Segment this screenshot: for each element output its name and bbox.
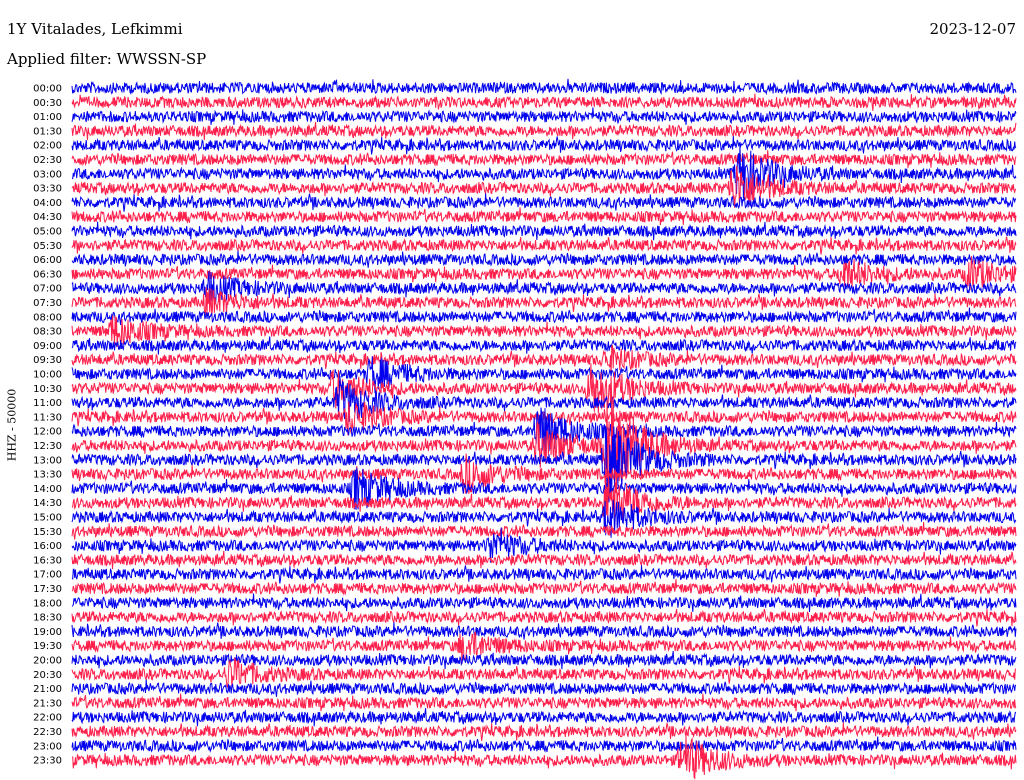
row-time-label: 03:30 xyxy=(33,184,62,195)
trace-row xyxy=(71,193,1017,212)
row-time-label: 19:30 xyxy=(33,641,62,652)
row-time-label: 21:30 xyxy=(33,698,62,709)
row-time-label: 17:00 xyxy=(33,570,62,581)
trace-row xyxy=(71,622,1017,640)
trace-row xyxy=(71,650,1017,670)
row-time-label: 23:00 xyxy=(33,741,62,752)
row-time-label: 01:30 xyxy=(33,126,62,137)
trace-row xyxy=(71,150,1017,168)
trace-row xyxy=(71,207,1017,226)
trace-row xyxy=(71,593,1017,613)
row-time-label: 12:30 xyxy=(33,441,62,452)
trace-row xyxy=(71,93,1017,111)
row-time-label: 08:00 xyxy=(33,312,62,323)
row-time-label: 19:00 xyxy=(33,627,62,638)
row-time-label: 12:00 xyxy=(33,427,62,438)
row-time-label: 16:30 xyxy=(33,555,62,566)
trace-row xyxy=(71,78,1017,96)
trace-row xyxy=(71,250,1017,268)
trace-group xyxy=(71,78,1017,780)
trace-row xyxy=(71,722,1017,741)
trace-row xyxy=(71,579,1017,597)
row-time-label: 15:00 xyxy=(33,513,62,524)
trace-row xyxy=(71,521,1017,540)
trace-row xyxy=(71,550,1017,570)
row-time-label: 17:30 xyxy=(33,584,62,595)
helicorder-plot: 00:00 00:30 01:00 01:30 02:00 02:30 03:00 03:30… xyxy=(33,78,1017,780)
row-time-label: 10:30 xyxy=(33,384,62,395)
row-time-label: 15:30 xyxy=(33,527,62,538)
row-time-label: 13:00 xyxy=(33,455,62,466)
row-time-label: 11:30 xyxy=(33,412,62,423)
trace-row xyxy=(71,565,1017,584)
row-time-label: 05:00 xyxy=(33,227,62,238)
row-time-label: 10:00 xyxy=(33,370,62,381)
trace-row xyxy=(71,221,1017,241)
trace-row xyxy=(71,307,1017,326)
trace-row xyxy=(71,336,1017,355)
row-time-label: 22:00 xyxy=(33,713,62,724)
row-time-label: 02:30 xyxy=(33,155,62,166)
row-time-label: 13:30 xyxy=(33,470,62,481)
trace-row xyxy=(71,121,1017,141)
row-time-label: 20:30 xyxy=(33,670,62,681)
trace-row xyxy=(71,736,1017,753)
row-label-group: 00:00 00:30 01:00 01:30 02:00 02:30 03:00 03:30… xyxy=(33,84,62,767)
row-time-label: 22:30 xyxy=(33,727,62,738)
trace-row xyxy=(71,136,1017,155)
row-time-label: 03:00 xyxy=(33,169,62,180)
row-time-label: 06:00 xyxy=(33,255,62,266)
row-time-label: 01:00 xyxy=(33,112,62,123)
row-time-label: 09:30 xyxy=(33,355,62,366)
row-time-label: 16:00 xyxy=(33,541,62,552)
row-time-label: 08:30 xyxy=(33,327,62,338)
trace-row xyxy=(71,693,1017,712)
row-time-label: 05:30 xyxy=(33,241,62,252)
row-time-label: 04:30 xyxy=(33,212,62,223)
row-time-label: 11:00 xyxy=(33,398,62,409)
trace-row xyxy=(71,344,1017,375)
row-time-label: 18:00 xyxy=(33,598,62,609)
trace-row xyxy=(71,107,1017,125)
trace-row xyxy=(71,236,1017,255)
row-time-label: 02:00 xyxy=(33,141,62,152)
row-time-label: 20:00 xyxy=(33,656,62,667)
row-time-label: 09:00 xyxy=(33,341,62,352)
row-time-label: 07:30 xyxy=(33,298,62,309)
row-time-label: 00:30 xyxy=(33,98,62,109)
row-time-label: 18:30 xyxy=(33,613,62,624)
trace-row xyxy=(71,708,1017,727)
row-time-label: 04:00 xyxy=(33,198,62,209)
row-time-label: 21:00 xyxy=(33,684,62,695)
row-time-label: 23:30 xyxy=(33,756,62,767)
row-time-label: 14:30 xyxy=(33,498,62,509)
row-time-label: 14:00 xyxy=(33,484,62,495)
row-time-label: 00:00 xyxy=(33,84,62,95)
trace-row xyxy=(71,608,1017,627)
row-time-label: 06:30 xyxy=(33,269,62,280)
trace-row xyxy=(71,679,1017,697)
row-time-label: 07:00 xyxy=(33,284,62,295)
